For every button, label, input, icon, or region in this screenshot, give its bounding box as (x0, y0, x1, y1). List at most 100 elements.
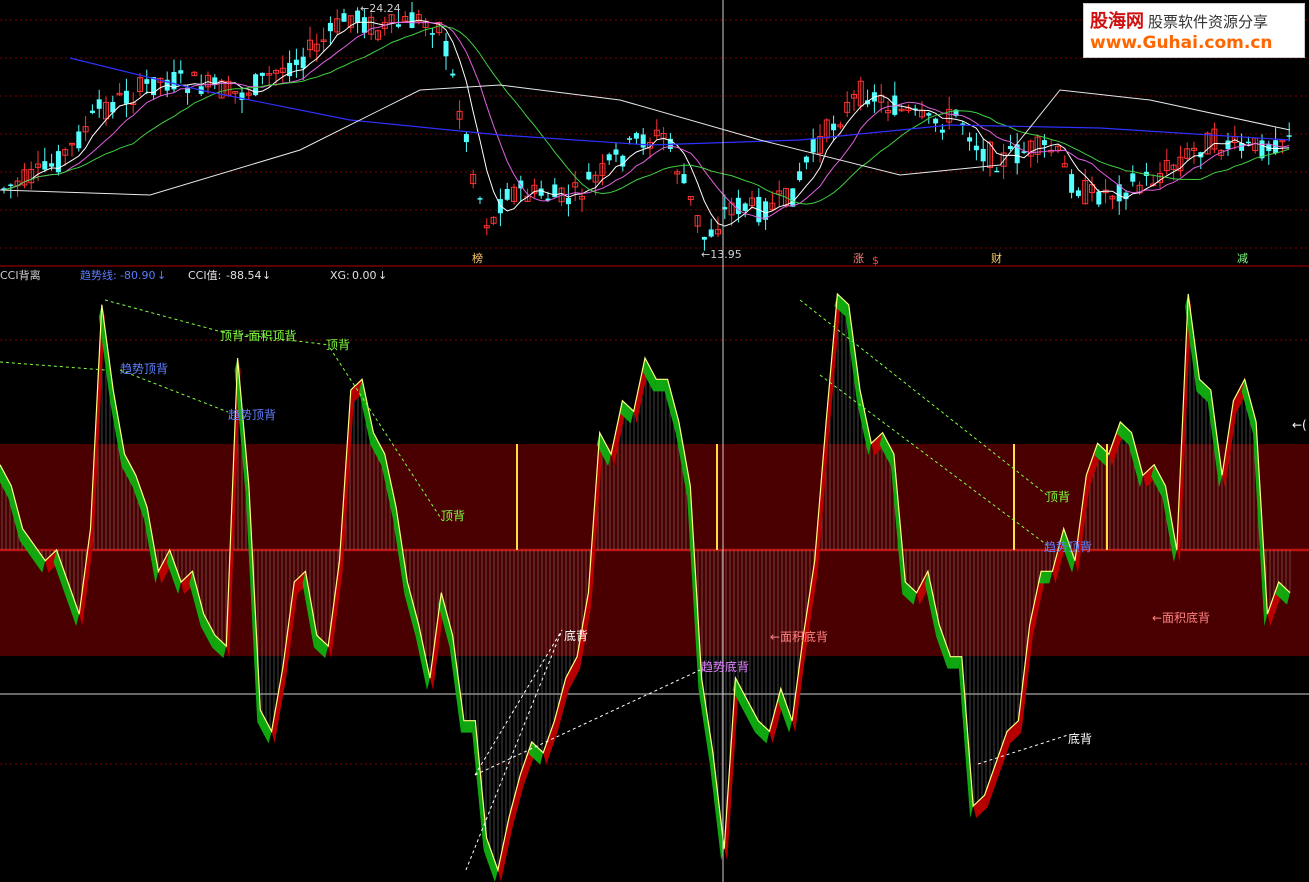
xg-value: 0.00 (352, 269, 377, 282)
event-marker: 减 (1237, 252, 1248, 265)
candle (1048, 139, 1055, 157)
annotation-label: 趋势顶背 (1044, 540, 1092, 554)
cci-fill-segment (543, 720, 558, 765)
candle (579, 188, 585, 212)
candle (871, 84, 877, 113)
annotation-label: ←面积底背 (1152, 610, 1210, 625)
cci-fill-segment (554, 678, 569, 733)
candle (1252, 137, 1259, 154)
candle (463, 132, 469, 153)
candle (640, 128, 646, 155)
candle (490, 216, 497, 226)
candle (375, 29, 381, 42)
candle (653, 119, 660, 140)
candle (477, 196, 483, 204)
ma-line (69, 57, 1291, 146)
candle (368, 12, 375, 41)
candle (1123, 190, 1129, 210)
candle (456, 100, 463, 130)
candle (307, 26, 313, 58)
watermark-logo: 股海网 股票软件资源分享 www.Guhai.com.cn (1083, 3, 1305, 58)
cci-fill-segment (664, 379, 679, 434)
candle (341, 8, 347, 23)
candle (1069, 169, 1075, 199)
candle (994, 167, 1000, 173)
candle (606, 152, 612, 165)
candle (1191, 141, 1197, 164)
candle (1273, 127, 1279, 155)
candle (667, 132, 673, 153)
annotation-label: 趋势底背 (701, 659, 749, 674)
candle (1014, 133, 1020, 175)
watermark-line1: 股海网 股票软件资源分享 (1090, 7, 1268, 33)
candle (144, 69, 150, 95)
candle (933, 117, 939, 132)
cci-label: CCI值: (188, 269, 221, 282)
candle (953, 108, 959, 118)
trend-label: 趋势线: (80, 268, 117, 282)
candle (865, 89, 871, 108)
candle (1000, 143, 1007, 180)
candle (851, 90, 857, 112)
candle (239, 87, 245, 113)
annotation-label: ←面积底背 (770, 629, 828, 644)
candle (1231, 125, 1238, 150)
event-marker: 榜 (472, 251, 483, 265)
candle (55, 144, 61, 176)
candle (674, 168, 681, 185)
xg-label: XG: (330, 269, 350, 282)
candle (898, 103, 905, 113)
candle (470, 169, 477, 189)
cci-value: -88.54 (226, 269, 261, 282)
candle (123, 78, 129, 118)
trend-arrow: ↓ (157, 269, 166, 282)
candle (681, 163, 687, 185)
candle (511, 183, 517, 205)
candle (28, 161, 35, 190)
candle (599, 154, 606, 186)
event-marker: $ (872, 254, 879, 267)
candle (69, 142, 75, 157)
candle (565, 184, 571, 217)
cci-fill-segment (724, 678, 739, 861)
annotation-label: 顶背-面积顶背 (220, 329, 296, 343)
candle (89, 104, 95, 115)
candle (82, 116, 89, 142)
event-marker: 涨 (853, 252, 864, 265)
candle (756, 188, 762, 226)
candle (797, 162, 803, 182)
candle (191, 71, 198, 77)
xg-arrow: ↓ (378, 269, 387, 282)
candle (151, 77, 157, 101)
trend-value: -80.90 (120, 269, 155, 282)
cci-fill-segment (509, 774, 524, 829)
annotation-label: 趋势顶背 (120, 362, 168, 376)
candle (1055, 144, 1061, 154)
candle (715, 216, 721, 238)
candle (1218, 149, 1225, 160)
watermark-tagline: 股票软件资源分享 (1148, 13, 1269, 31)
watermark-url: www.Guhai.com.cn (1090, 33, 1273, 53)
candle (259, 72, 265, 85)
candle (178, 60, 184, 84)
candle (531, 178, 538, 198)
candle (844, 91, 851, 118)
annotation-label: 底背 (1068, 731, 1092, 746)
candle (1177, 145, 1184, 177)
candle (837, 121, 844, 130)
candle (450, 69, 456, 78)
candle (803, 155, 809, 170)
cci-fill-segment (984, 763, 999, 808)
candle (749, 190, 755, 209)
price-low-label: ←13.95 (701, 248, 742, 261)
candle (212, 74, 218, 90)
candle (776, 180, 783, 207)
candle (1211, 122, 1218, 154)
candle (429, 27, 435, 48)
cci-bands (0, 339, 1309, 765)
cci-fill-segment (1241, 379, 1257, 434)
annotation-label: ←( (1292, 418, 1307, 432)
candle (769, 191, 776, 211)
candle (1157, 162, 1163, 189)
candle (245, 89, 252, 101)
